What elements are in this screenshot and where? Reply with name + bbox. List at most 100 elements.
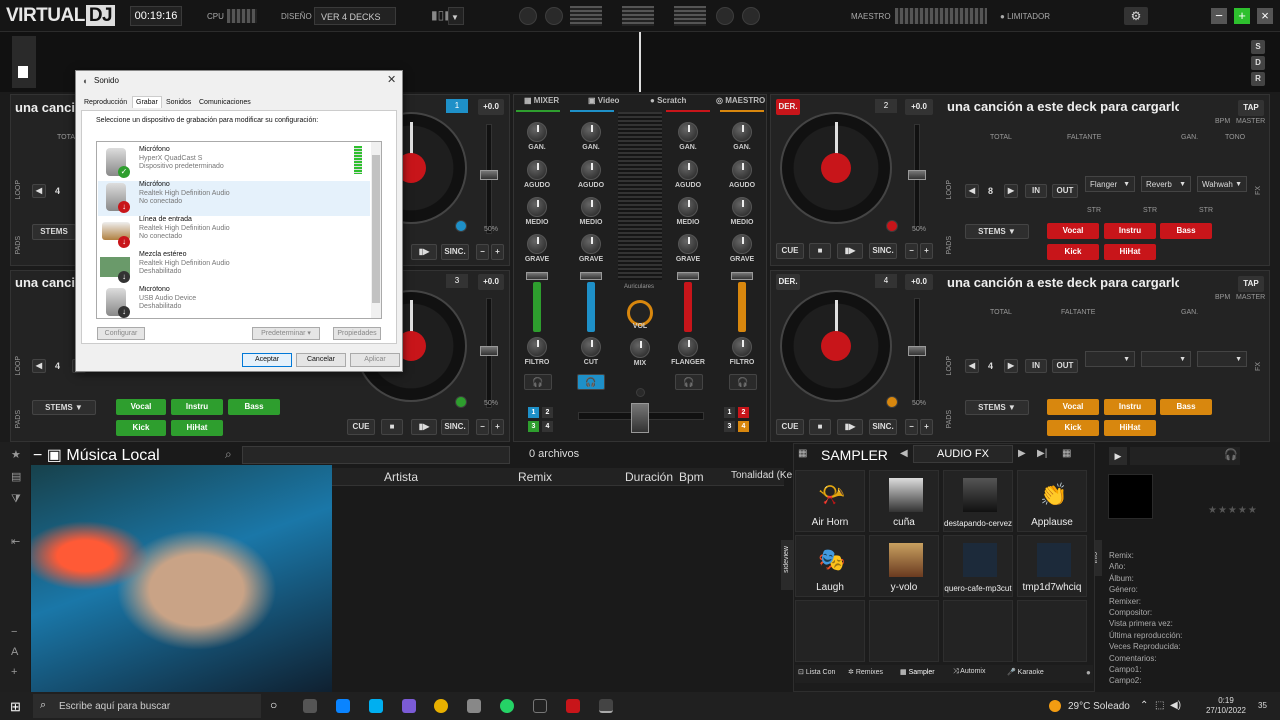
deck-3-pitch-plus[interactable]: + xyxy=(491,419,504,435)
deck-2-fx-slot-3[interactable]: Wahwah xyxy=(1197,176,1247,192)
font-size-icon[interactable]: A xyxy=(11,646,18,658)
waveform-dropdown[interactable] xyxy=(448,7,464,25)
deck-1-pitch-fader[interactable] xyxy=(480,170,498,180)
column-duracion[interactable]: Duración xyxy=(625,470,673,484)
sample-y-volo[interactable]: y-volo xyxy=(869,535,939,597)
tab-grabar[interactable]: Grabar xyxy=(132,96,162,108)
search-icon[interactable]: ⌕ xyxy=(225,447,232,462)
device-item-1[interactable]: ✓ Micrófono HyperX QuadCast S Dispositiv… xyxy=(98,146,370,181)
deck-2-loop-prev[interactable]: ◀ xyxy=(965,184,979,198)
sample-empty-2[interactable] xyxy=(869,600,939,662)
ch3-treble-knob[interactable] xyxy=(581,160,601,180)
deck-2-der[interactable]: DER. xyxy=(776,99,800,115)
dialog-close-icon[interactable]: ✕ xyxy=(387,73,396,86)
deck-3-pad-kick[interactable]: Kick xyxy=(116,420,166,436)
deck-4-tap[interactable]: TAP xyxy=(1238,276,1264,292)
tab-reproduccion[interactable]: Reproducción xyxy=(81,97,130,108)
ch4-gain-knob[interactable] xyxy=(732,122,752,142)
deck-2-pad-kick[interactable]: Kick xyxy=(1047,244,1099,260)
sampler-grid-icon[interactable]: ▦ xyxy=(798,448,807,459)
taskbar-whatsapp-icon[interactable] xyxy=(500,699,514,713)
device-item-2[interactable]: ↓ Micrófono Realtek High Definition Audi… xyxy=(98,181,370,216)
cancel-button[interactable]: Cancelar xyxy=(296,353,346,367)
deck-2-loop-in[interactable]: IN xyxy=(1025,184,1047,198)
taskbar-recorder-icon[interactable] xyxy=(566,699,580,713)
column-tonalidad[interactable]: Tonalidad (Ke xyxy=(731,470,792,481)
ch3-volume-knob[interactable] xyxy=(580,272,602,280)
mix-knob[interactable] xyxy=(630,338,650,358)
filter-icon[interactable]: ⧩ xyxy=(11,493,21,506)
favorite-icon[interactable]: ★ xyxy=(11,448,21,461)
deck-4-cue[interactable]: CUE xyxy=(776,419,804,435)
taskbar-app2-icon[interactable] xyxy=(533,699,547,713)
deck-3-pad-instru[interactable]: Instru xyxy=(171,399,223,415)
sample-tmp1d7whciq[interactable]: tmp1d7whciq xyxy=(1017,535,1087,597)
preview-play-icon[interactable]: ▶ xyxy=(1109,447,1127,465)
ch2-mid-knob[interactable] xyxy=(678,197,698,217)
deck-4-loop-in[interactable]: IN xyxy=(1025,359,1047,373)
crossfader-right-deck-1[interactable]: 1 xyxy=(724,407,735,418)
maximize-button[interactable]: + xyxy=(1234,8,1250,24)
notifications-badge[interactable]: 35 xyxy=(1258,701,1267,710)
deck-4-pitch-minus[interactable]: − xyxy=(905,419,918,435)
deck-2-pad-hihat[interactable]: HiHat xyxy=(1104,244,1156,260)
deck-4-loop-prev[interactable]: ◀ xyxy=(965,359,979,373)
taskbar-virtualdj-icon[interactable] xyxy=(599,699,613,713)
deck-4-stop[interactable]: ■ xyxy=(809,419,831,435)
ch2-volume-fader[interactable] xyxy=(684,282,692,332)
deck-1-pitch-plus[interactable]: + xyxy=(491,244,504,260)
deck-2-cue[interactable]: CUE xyxy=(776,243,804,259)
rating-stars[interactable]: ★★★★★ xyxy=(1208,505,1258,516)
sample-laugh[interactable]: 🎭 Laugh xyxy=(795,535,865,597)
back-icon[interactable]: ⇤ xyxy=(11,535,20,548)
sample-destapando-cerveza[interactable]: destapando-cerveza xyxy=(943,470,1013,532)
tab-mixer[interactable]: ▦ MIXER xyxy=(524,96,559,105)
ch2-treble-knob[interactable] xyxy=(678,160,698,180)
ch2-flanger-knob[interactable] xyxy=(678,337,698,357)
tab-karaoke[interactable]: 🎤 Karaoke xyxy=(1007,668,1044,676)
playlist-icon[interactable]: ▤ xyxy=(11,470,21,483)
deck-2-pad-instru[interactable]: Instru xyxy=(1104,223,1156,239)
ch1-volume-knob[interactable] xyxy=(526,272,548,280)
deck-3-cue[interactable]: CUE xyxy=(347,419,375,435)
deck-2-fx-slot-1[interactable]: Flanger xyxy=(1085,176,1135,192)
taskbar-app-icon[interactable] xyxy=(402,699,416,713)
configure-button[interactable]: Configurar xyxy=(97,327,145,340)
ch3-headphones-icon[interactable]: 🎧 xyxy=(577,374,605,390)
device-item-3[interactable]: ↓ Línea de entrada Realtek High Definiti… xyxy=(98,216,370,251)
sample-air-horn[interactable]: 📯 Air Horn xyxy=(795,470,865,532)
tab-lista-con[interactable]: ⊡ Lista Con xyxy=(798,668,835,676)
deck-2-pad-bass[interactable]: Bass xyxy=(1160,223,1212,239)
ch4-volume-knob[interactable] xyxy=(731,272,753,280)
deck-3-play[interactable]: ▮▶ xyxy=(411,419,437,435)
layout-toggle-3[interactable] xyxy=(674,6,706,26)
ch4-filter-knob[interactable] xyxy=(732,337,752,357)
ch3-gain-knob[interactable] xyxy=(581,122,601,142)
tab-remixes[interactable]: ✲ Remixes xyxy=(848,668,883,676)
deck-4-pad-bass[interactable]: Bass xyxy=(1160,399,1212,415)
layout-toggle-1[interactable] xyxy=(570,6,602,26)
sampler-prev-icon[interactable]: ◀ xyxy=(900,448,908,459)
close-button[interactable]: × xyxy=(1257,8,1273,24)
deck-4-platter[interactable] xyxy=(780,290,892,402)
ch2-bass-knob[interactable] xyxy=(678,234,698,254)
apply-button[interactable]: Aplicar xyxy=(350,353,400,367)
crossfader-left-deck-3[interactable]: 3 xyxy=(528,421,539,432)
settings-gear-icon[interactable]: ⚙ xyxy=(1124,7,1148,25)
zoom-out-icon[interactable]: − xyxy=(11,626,17,638)
crossfader-left-deck-1[interactable]: 1 xyxy=(528,407,539,418)
deck-4-pitch-fader[interactable] xyxy=(908,346,926,356)
broadcast-button[interactable] xyxy=(545,7,563,25)
deck-4-stems[interactable]: STEMS ▼ xyxy=(965,400,1029,415)
taskbar-explorer-icon[interactable] xyxy=(467,699,481,713)
crossfader-left-deck-4[interactable]: 4 xyxy=(542,421,553,432)
ch1-mid-knob[interactable] xyxy=(527,197,547,217)
deck-3-number[interactable]: 3 xyxy=(446,274,468,288)
deck-2-number[interactable]: 2 xyxy=(875,99,897,113)
sample-empty-3[interactable] xyxy=(943,600,1013,662)
deck-2-pad-vocal[interactable]: Vocal xyxy=(1047,223,1099,239)
tab-scratch[interactable]: ● Scratch xyxy=(650,96,686,105)
deck-3-pitch-minus[interactable]: − xyxy=(476,419,489,435)
deck-4-pitch-plus[interactable]: + xyxy=(920,419,933,435)
deck-4-fx-slot-2[interactable] xyxy=(1141,351,1191,367)
